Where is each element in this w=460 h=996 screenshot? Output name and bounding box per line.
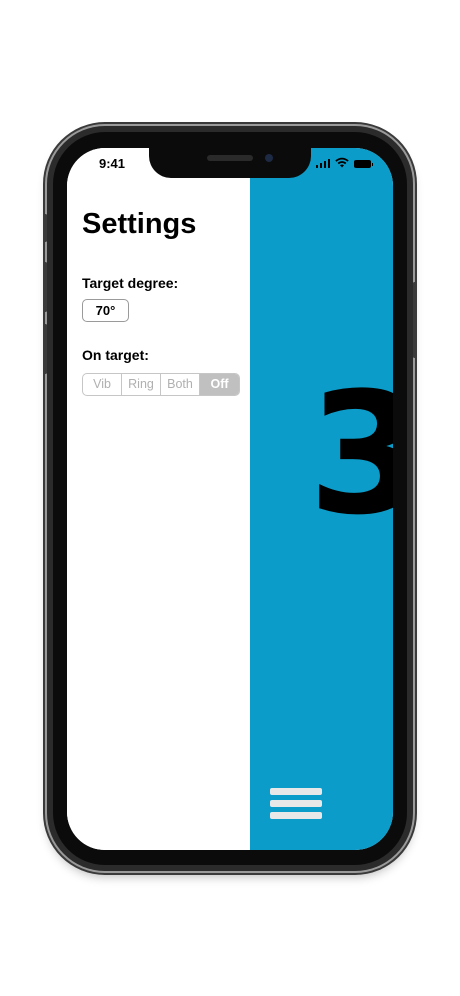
battery-icon xyxy=(354,160,373,168)
count-display: 3 xyxy=(308,356,393,552)
segment-ring[interactable]: Ring xyxy=(122,374,161,395)
menu-button[interactable] xyxy=(270,788,324,824)
page-title: Settings xyxy=(82,208,197,240)
power-button xyxy=(413,282,416,358)
volume-up-button xyxy=(44,262,47,312)
mute-switch xyxy=(44,214,47,242)
main-panel: 3 xyxy=(250,148,393,850)
volume-down-button xyxy=(44,324,47,374)
speaker-grille xyxy=(207,155,253,161)
segment-both[interactable]: Both xyxy=(161,374,200,395)
target-degree-label: Target degree: xyxy=(82,275,179,291)
wifi-icon xyxy=(335,157,349,168)
screen: Settings Target degree: 70° On target: V… xyxy=(67,148,393,850)
on-target-segmented-control: Vib Ring Both Off xyxy=(82,373,240,396)
front-camera xyxy=(265,154,273,162)
settings-panel: Settings Target degree: 70° On target: V… xyxy=(67,148,250,850)
segment-vib[interactable]: Vib xyxy=(83,374,122,395)
status-icons xyxy=(315,157,373,168)
status-time: 9:41 xyxy=(99,156,126,171)
on-target-label: On target: xyxy=(82,347,149,363)
segment-off[interactable]: Off xyxy=(200,374,239,395)
notch xyxy=(149,148,311,178)
target-degree-field[interactable]: 70° xyxy=(82,299,129,322)
cellular-signal-icon xyxy=(315,158,330,168)
